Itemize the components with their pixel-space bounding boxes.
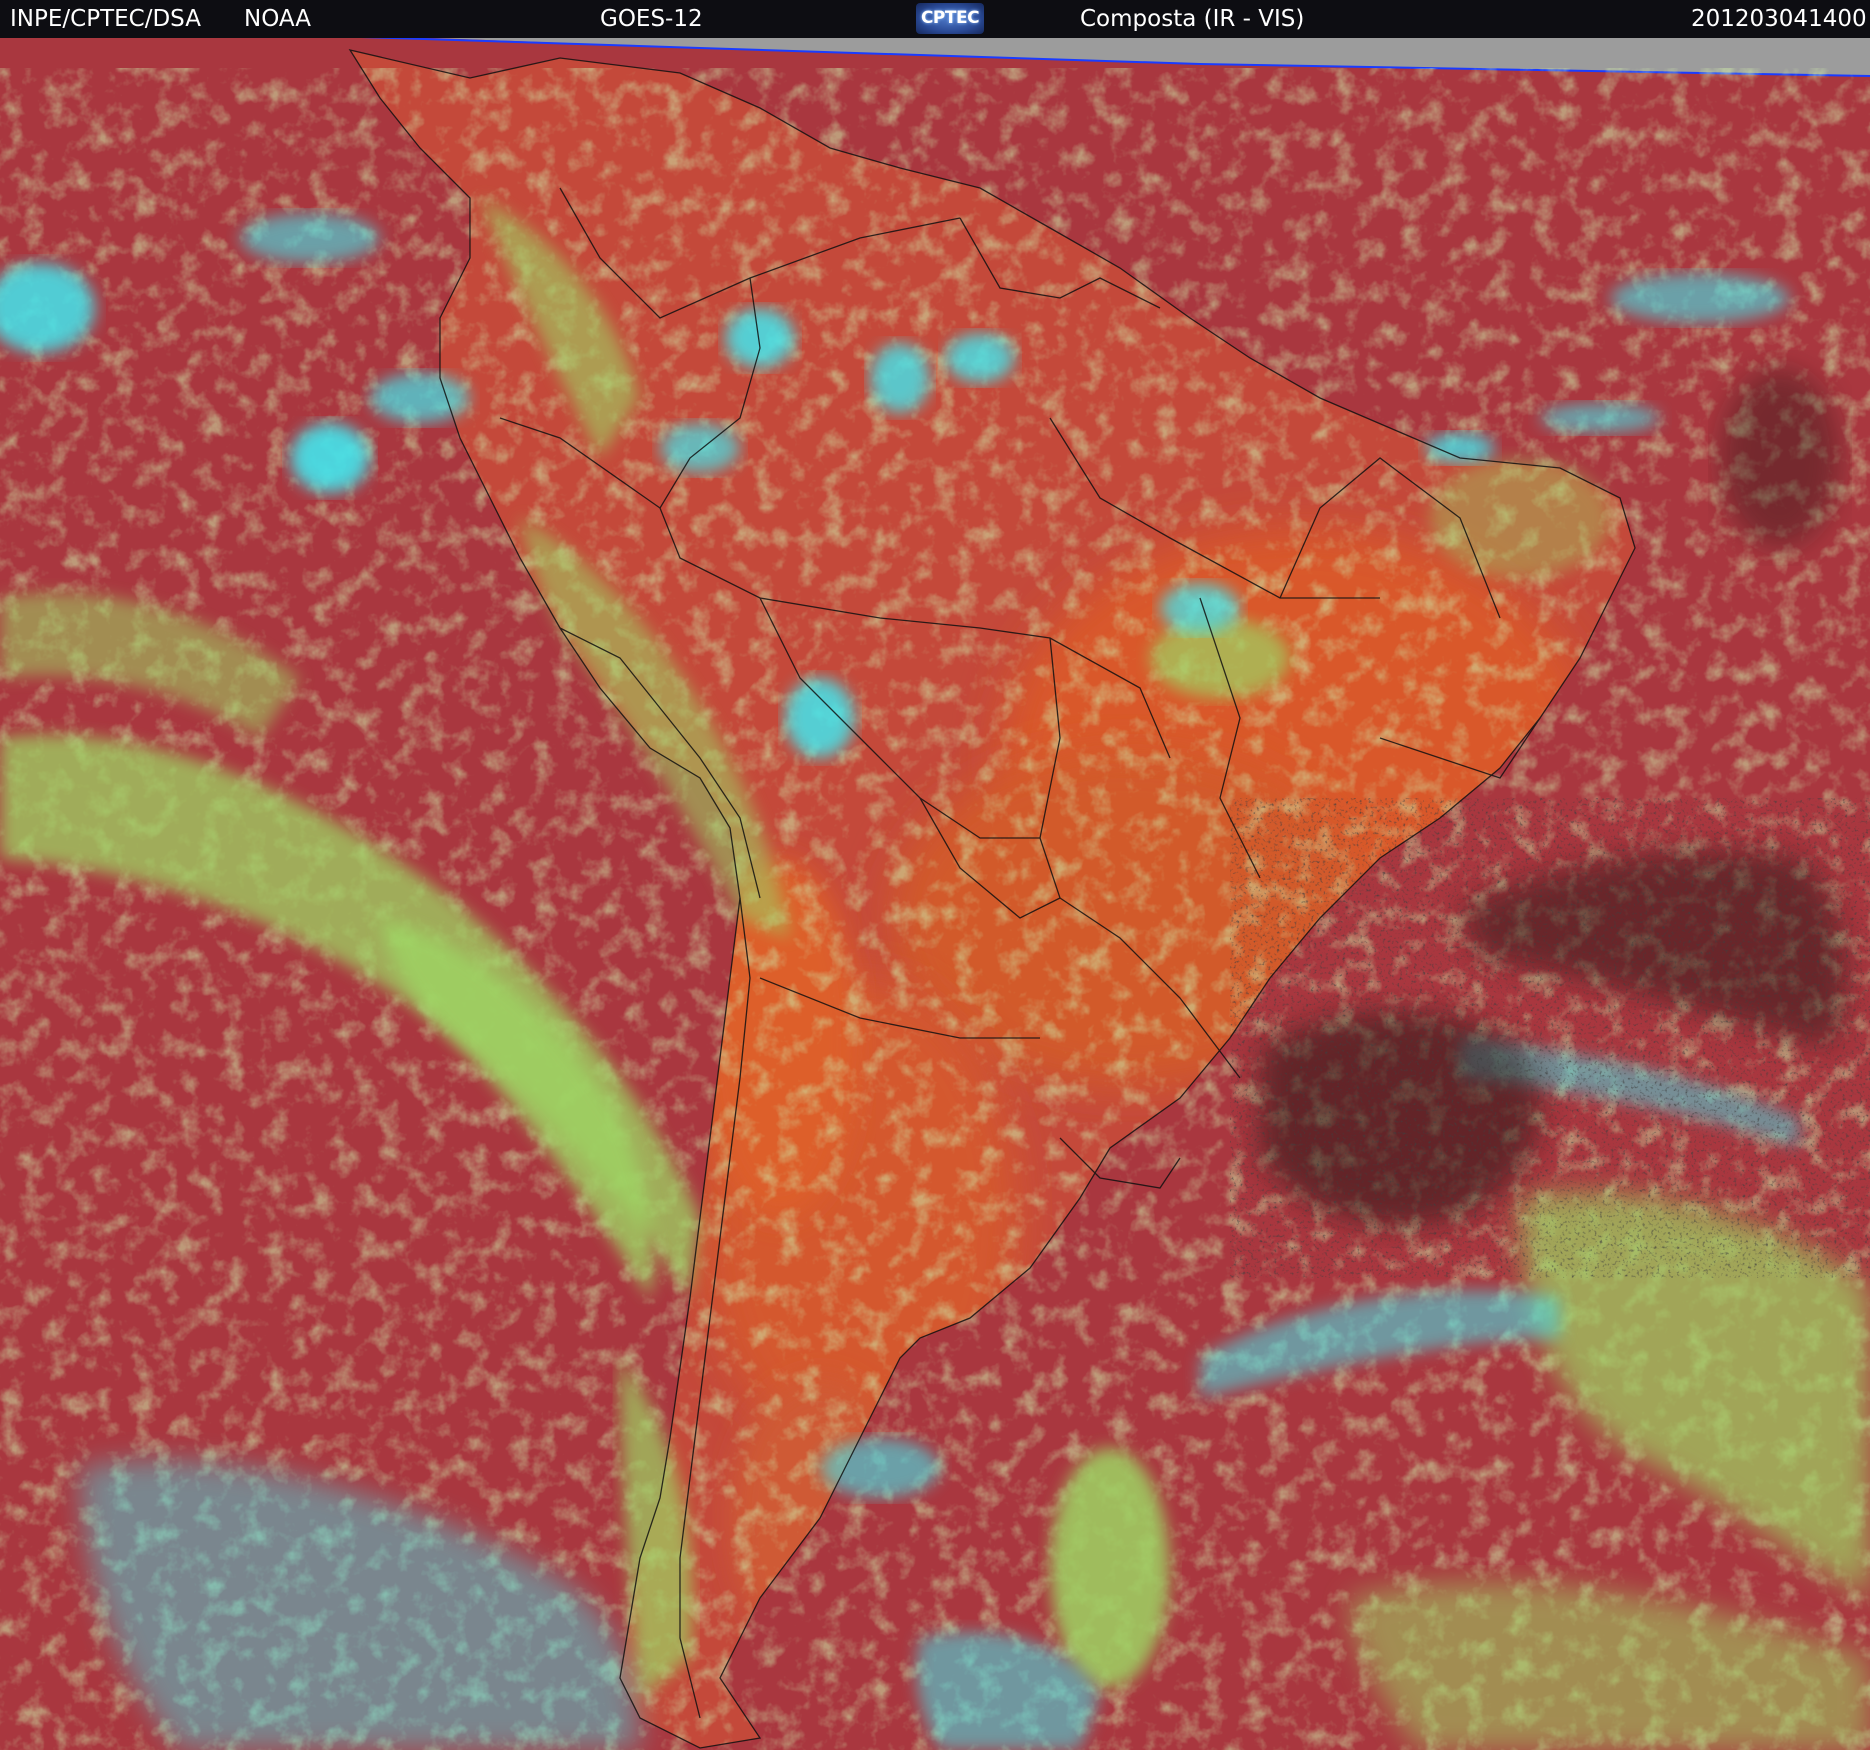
cptec-logo: CPTEC [916, 3, 984, 34]
image-header-bar: INPE/CPTEC/DSA NOAA GOES-12 CPTEC Compos… [0, 0, 1870, 38]
agency-label: NOAA [244, 6, 312, 32]
logo-text: CPTEC [920, 8, 980, 28]
satellite-label: GOES-12 [600, 6, 703, 32]
timestamp-label: 201203041400 [1691, 6, 1867, 32]
satellite-image-viewer: INPE/CPTEC/DSA NOAA GOES-12 CPTEC Compos… [0, 0, 1870, 1750]
product-label: Composta (IR - VIS) [1080, 6, 1305, 32]
satellite-composite-map [0, 38, 1870, 1750]
composite-image-svg [0, 38, 1870, 1750]
institution-label: INPE/CPTEC/DSA [10, 6, 201, 32]
